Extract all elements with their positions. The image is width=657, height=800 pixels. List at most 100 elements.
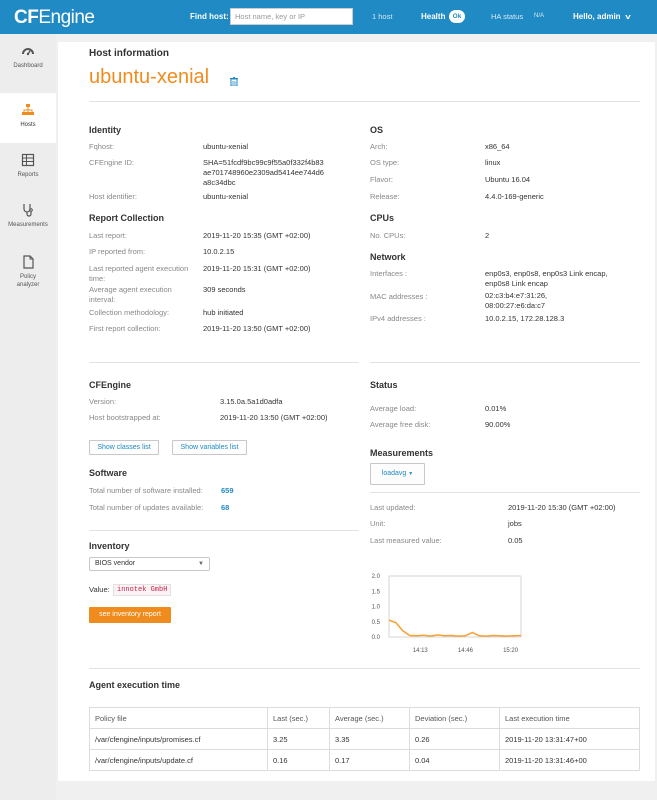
table-cell: 3.25: [267, 728, 330, 750]
cfengine-id-label: CFEngine ID:: [89, 158, 135, 167]
software-title: Software: [89, 468, 128, 478]
inventory-value-label: Value:: [89, 585, 110, 594]
sidebar-item-measurements[interactable]: Measurements: [0, 193, 56, 243]
measurements-title: Measurements: [370, 448, 434, 458]
inventory-title: Inventory: [89, 541, 130, 551]
policy-analyzer-icon: [23, 255, 34, 269]
cpus-title: CPUs: [370, 213, 395, 223]
table-cell: /var/cfengine/inputs/promises.cf: [89, 728, 268, 750]
table-cell: /var/cfengine/inputs/update.cf: [89, 749, 268, 771]
fqhost-value: ubuntu-xenial: [203, 142, 249, 151]
inventory-value: innotek GmbH: [113, 584, 172, 596]
reports-icon: [21, 153, 35, 167]
table-cell: 2019-11-20 13:31:47+00: [499, 728, 640, 750]
network-title: Network: [370, 252, 406, 262]
inventory-attribute-select[interactable]: BIOS vendor ▼: [89, 557, 210, 571]
unit-label: Unit:: [370, 519, 386, 528]
sidebar-item-policy-analyzer[interactable]: Policy analyzer: [0, 245, 56, 303]
sidebar-item-hosts[interactable]: Hosts: [0, 93, 56, 143]
os-title: OS: [370, 125, 384, 135]
table-cell: 0.04: [409, 749, 500, 771]
interfaces-value: enp0s3, enp0s8, enp0s3 Link encap, enp0s…: [485, 269, 608, 288]
section-title-host-information: Host information: [89, 48, 169, 59]
table-row: /var/cfengine/inputs/update.cf 0.16 0.17…: [89, 749, 640, 771]
bootstrapped-label: Host bootstrapped at:: [89, 413, 161, 422]
avg-agent-value: 309 seconds: [203, 285, 246, 294]
os-type-value: linux: [485, 158, 501, 167]
y-tick-label: 2.0: [372, 574, 381, 580]
health-label[interactable]: Health: [421, 12, 445, 21]
divider: [89, 362, 359, 363]
see-inventory-report-button[interactable]: see inventory report: [89, 607, 171, 623]
agent-execution-table: Policy file Last (sec.) Average (sec.) D…: [89, 707, 640, 771]
chart-frame: [388, 575, 522, 638]
chart-series-line: [388, 619, 522, 637]
sidebar-item-reports[interactable]: Reports: [0, 143, 56, 193]
ha-status-label: HA status: [491, 12, 524, 21]
version-label: Version:: [89, 397, 117, 406]
loadavg-chart: 0.0 0.5 1.0 1.5 2.0 14:13 14:46 15:20: [372, 574, 522, 654]
health-status-badge[interactable]: Ok: [449, 10, 465, 23]
methodology-label: Collection methodology:: [89, 308, 170, 317]
avg-agent-label: Average agent execution interval:: [89, 285, 172, 304]
trash-icon[interactable]: [230, 77, 238, 86]
first-report-value: 2019-11-20 13:50 (GMT +02:00): [203, 324, 311, 333]
last-agent-label: Last reported agent execution time:: [89, 264, 189, 283]
status-title: Status: [370, 380, 398, 390]
sidebar-item-dashboard[interactable]: Dashboard: [0, 34, 56, 84]
table-row: /var/cfengine/inputs/promises.cf 3.25 3.…: [89, 728, 640, 750]
mac-value: 02:c3:b4:e7:31:26, 08:00:27:e6:da:c7: [485, 291, 548, 310]
show-classes-button[interactable]: Show classes list: [89, 440, 159, 455]
average-load-label: Average load:: [370, 404, 417, 413]
ip-reported-value: 10.0.2.15: [203, 247, 235, 256]
last-measured-value: 0.05: [508, 536, 523, 545]
chevron-down-icon: ▼: [198, 561, 204, 567]
top-bar: CFEngine Find host: 1 host Health Ok HA …: [0, 0, 657, 34]
table-cell: 0.26: [409, 728, 500, 750]
last-updated-value: 2019-11-20 15:30 (GMT +02:00): [508, 503, 616, 512]
divider: [370, 362, 640, 363]
version-value: 3.15.0a.5a1d0adfa: [220, 397, 283, 406]
cfengine-logo[interactable]: CFEngine: [14, 7, 95, 29]
cfengine-title: CFEngine: [89, 380, 131, 390]
ip-reported-label: IP reported from:: [89, 247, 146, 256]
first-report-label: First report collection:: [89, 324, 161, 333]
host-count[interactable]: 1 host: [372, 12, 392, 21]
column-header-average[interactable]: Average (sec.): [329, 707, 410, 729]
column-header-deviation[interactable]: Deviation (sec.): [409, 707, 500, 729]
column-header-policy-file[interactable]: Policy file: [89, 707, 268, 729]
last-measured-label: Last measured value:: [370, 536, 442, 545]
last-agent-value: 2019-11-20 15:31 (GMT +02:00): [203, 264, 311, 273]
user-menu[interactable]: Hello, admin v: [573, 12, 631, 21]
table-cell: 0.17: [329, 749, 410, 771]
find-host-input[interactable]: [230, 8, 353, 25]
updates-available-link[interactable]: 68: [221, 503, 229, 512]
flavor-label: Flavor:: [370, 175, 393, 184]
cpu-count-label: No. CPUs:: [370, 231, 406, 240]
column-header-last-execution[interactable]: Last execution time: [499, 707, 640, 729]
last-updated-label: Last updated:: [370, 503, 416, 512]
release-label: Release:: [370, 192, 400, 201]
show-variables-button[interactable]: Show variables list: [172, 440, 247, 455]
column-header-last[interactable]: Last (sec.): [267, 707, 330, 729]
ha-status-value: N/A: [534, 13, 545, 19]
software-installed-link[interactable]: 659: [221, 486, 234, 495]
last-report-value: 2019-11-20 15:35 (GMT +02:00): [203, 231, 311, 240]
arch-value: x86_64: [485, 142, 510, 151]
divider: [89, 101, 640, 102]
identity-title: Identity: [89, 125, 122, 135]
x-tick-label: 14:46: [458, 648, 474, 654]
software-installed-label: Total number of software installed:: [89, 486, 203, 495]
find-host-label: Find host:: [190, 12, 229, 21]
interfaces-label: Interfaces :: [370, 269, 408, 278]
cfengine-id-value: SHA=51fcdf9bc99c9f55a0f332f4b83 ae701748…: [203, 158, 324, 187]
measurement-dropdown[interactable]: loadavg ▼: [370, 463, 425, 485]
last-report-label: Last report:: [89, 231, 127, 240]
arch-label: Arch:: [370, 142, 388, 151]
caret-down-icon: ▼: [408, 471, 414, 477]
table-header-row: Policy file Last (sec.) Average (sec.) D…: [89, 707, 640, 729]
x-tick-label: 15:20: [503, 648, 519, 654]
chevron-down-icon: v: [624, 14, 631, 21]
cpu-count-value: 2: [485, 231, 490, 240]
fqhost-label: Fqhost:: [89, 142, 115, 151]
